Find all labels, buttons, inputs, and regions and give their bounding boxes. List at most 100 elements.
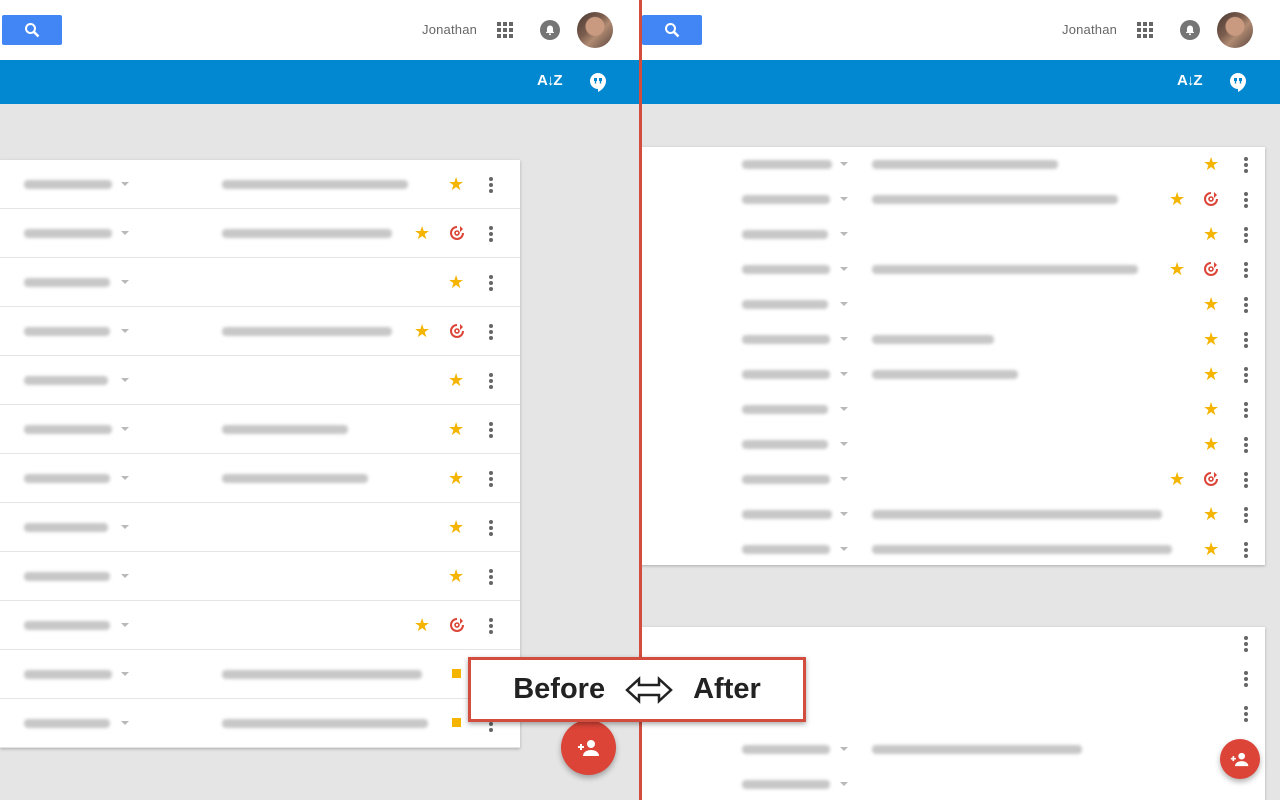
contact-row[interactable]: ★ (0, 356, 520, 405)
hangouts-icon[interactable] (589, 72, 607, 92)
star-icon[interactable]: ★ (1169, 470, 1185, 488)
chevron-down-icon[interactable] (840, 782, 848, 786)
chevron-down-icon[interactable] (121, 525, 129, 529)
star-icon[interactable]: ★ (1203, 330, 1219, 348)
contact-row[interactable]: ★ (640, 497, 1265, 532)
contact-row[interactable]: ★ (0, 552, 520, 601)
more-vert-icon[interactable] (1244, 227, 1248, 243)
contact-row[interactable]: ★ (640, 217, 1265, 252)
star-icon[interactable]: ★ (448, 175, 464, 193)
chevron-down-icon[interactable] (121, 427, 129, 431)
star-icon[interactable]: ★ (448, 420, 464, 438)
chevron-down-icon[interactable] (840, 442, 848, 446)
chevron-down-icon[interactable] (121, 182, 129, 186)
star-icon[interactable]: ★ (448, 273, 464, 291)
more-vert-icon[interactable] (1244, 262, 1248, 278)
contact-row[interactable] (0, 650, 520, 699)
contact-row[interactable]: ★ (640, 427, 1265, 462)
star-icon[interactable]: ★ (1203, 505, 1219, 523)
chevron-down-icon[interactable] (840, 372, 848, 376)
apps-grid-icon[interactable] (497, 22, 513, 38)
more-vert-icon[interactable] (489, 324, 493, 340)
star-icon[interactable]: ★ (414, 224, 430, 242)
more-vert-icon[interactable] (489, 373, 493, 389)
chevron-down-icon[interactable] (121, 231, 129, 235)
chevron-down-icon[interactable] (840, 547, 848, 551)
sync-icon[interactable] (1203, 471, 1219, 487)
more-vert-icon[interactable] (1244, 706, 1248, 722)
contact-row[interactable] (640, 767, 1265, 800)
contact-row[interactable]: ★ (0, 258, 520, 307)
more-vert-icon[interactable] (489, 177, 493, 193)
more-vert-icon[interactable] (1244, 332, 1248, 348)
contact-row[interactable]: ★ (640, 287, 1265, 322)
more-vert-icon[interactable] (489, 618, 493, 634)
user-name[interactable]: Jonathan (422, 22, 477, 37)
contact-row[interactable]: ★ (0, 160, 520, 209)
bell-icon[interactable] (1180, 20, 1200, 40)
add-contact-button[interactable] (1220, 739, 1260, 779)
chevron-down-icon[interactable] (840, 477, 848, 481)
more-vert-icon[interactable] (1244, 507, 1248, 523)
star-icon[interactable]: ★ (1169, 260, 1185, 278)
contact-row[interactable]: ★ (0, 454, 520, 503)
sync-icon[interactable] (449, 323, 465, 339)
chevron-down-icon[interactable] (840, 232, 848, 236)
contact-row[interactable]: ★ (640, 357, 1265, 392)
star-icon[interactable]: ★ (1203, 225, 1219, 243)
star-icon[interactable]: ★ (1169, 190, 1185, 208)
more-vert-icon[interactable] (489, 422, 493, 438)
sort-az-icon[interactable]: A↓Z (1177, 72, 1202, 89)
chevron-down-icon[interactable] (840, 197, 848, 201)
star-icon[interactable]: ★ (448, 567, 464, 585)
contact-row[interactable]: ★ (640, 462, 1265, 497)
hangouts-icon[interactable] (1229, 72, 1247, 92)
more-vert-icon[interactable] (489, 520, 493, 536)
star-icon[interactable]: ★ (1203, 365, 1219, 383)
chevron-down-icon[interactable] (840, 302, 848, 306)
star-icon[interactable]: ★ (1203, 155, 1219, 173)
star-icon[interactable]: ★ (448, 518, 464, 536)
star-icon[interactable]: ★ (1203, 400, 1219, 418)
star-icon[interactable]: ★ (1203, 540, 1219, 558)
bell-icon[interactable] (540, 20, 560, 40)
star-icon[interactable]: ★ (414, 616, 430, 634)
more-vert-icon[interactable] (489, 226, 493, 242)
chevron-down-icon[interactable] (121, 378, 129, 382)
more-vert-icon[interactable] (1244, 402, 1248, 418)
contact-row[interactable]: ★ (0, 209, 520, 258)
chevron-down-icon[interactable] (840, 512, 848, 516)
chevron-down-icon[interactable] (121, 280, 129, 284)
more-vert-icon[interactable] (1244, 636, 1248, 652)
chevron-down-icon[interactable] (121, 574, 129, 578)
contact-row[interactable] (0, 699, 520, 748)
chevron-down-icon[interactable] (121, 672, 129, 676)
user-name[interactable]: Jonathan (1062, 22, 1117, 37)
star-icon[interactable]: ★ (1203, 295, 1219, 313)
sync-icon[interactable] (1203, 191, 1219, 207)
chevron-down-icon[interactable] (840, 162, 848, 166)
more-vert-icon[interactable] (1244, 671, 1248, 687)
more-vert-icon[interactable] (1244, 542, 1248, 558)
star-icon[interactable] (452, 669, 461, 678)
contact-row[interactable]: ★ (640, 147, 1265, 182)
more-vert-icon[interactable] (1244, 297, 1248, 313)
more-vert-icon[interactable] (489, 275, 493, 291)
chevron-down-icon[interactable] (121, 623, 129, 627)
star-icon[interactable]: ★ (1203, 435, 1219, 453)
more-vert-icon[interactable] (1244, 367, 1248, 383)
chevron-down-icon[interactable] (840, 407, 848, 411)
contact-row[interactable]: ★ (0, 405, 520, 454)
chevron-down-icon[interactable] (121, 329, 129, 333)
contact-row[interactable]: ★ (0, 307, 520, 356)
apps-grid-icon[interactable] (1137, 22, 1153, 38)
sort-az-icon[interactable]: A↓Z (537, 72, 562, 89)
contact-row[interactable]: ★ (640, 392, 1265, 427)
contact-row[interactable] (640, 732, 1265, 767)
search-button[interactable] (642, 15, 702, 45)
star-icon[interactable]: ★ (448, 371, 464, 389)
more-vert-icon[interactable] (489, 471, 493, 487)
more-vert-icon[interactable] (1244, 192, 1248, 208)
contact-row[interactable]: ★ (0, 601, 520, 650)
sync-icon[interactable] (449, 225, 465, 241)
